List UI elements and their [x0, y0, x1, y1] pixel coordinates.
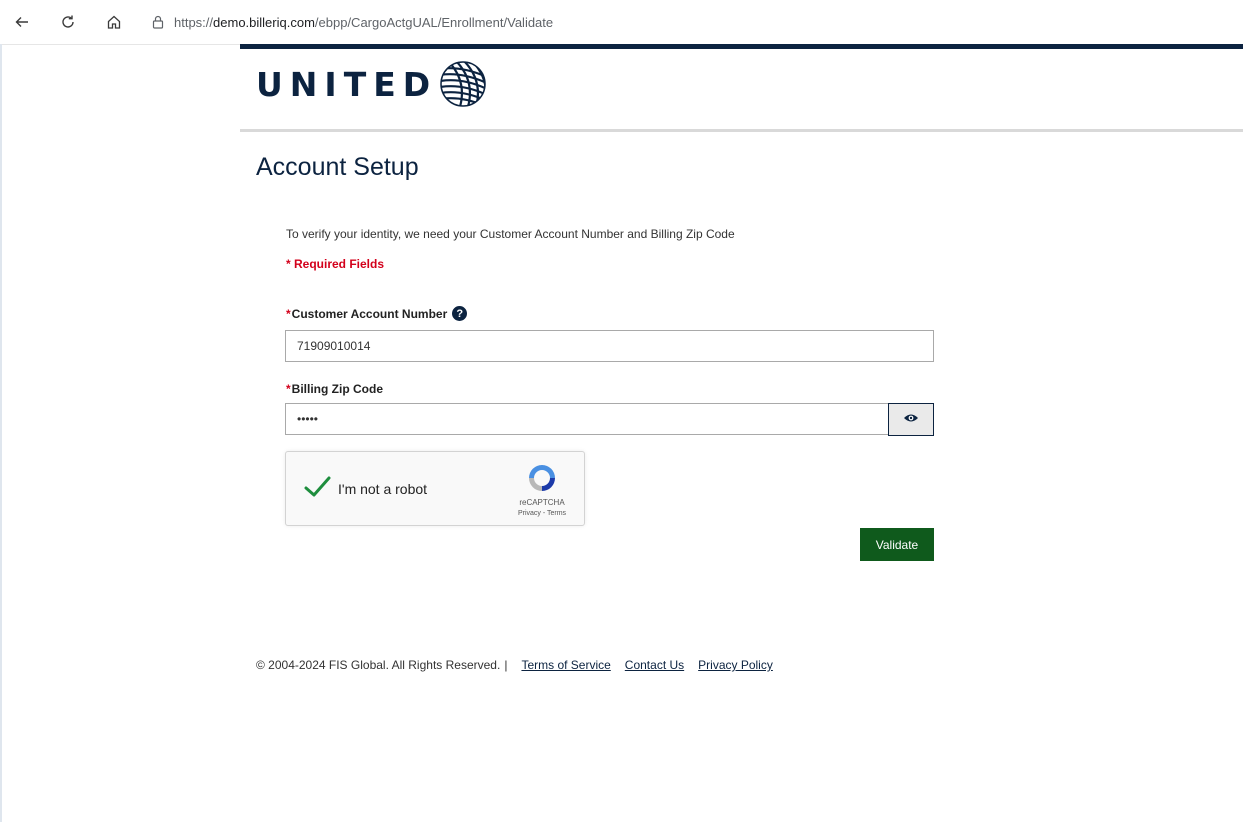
account-number-input[interactable] — [285, 330, 934, 362]
header-accent-bar — [240, 44, 1243, 49]
page-left-border — [0, 44, 2, 822]
recaptcha-label: I'm not a robot — [338, 481, 428, 497]
lock-icon — [152, 15, 164, 29]
url-path: /ebpp/CargoActgUAL/Enrollment/Validate — [314, 14, 554, 30]
header-divider — [240, 129, 1243, 132]
page-title: Account Setup — [256, 153, 419, 181]
terms-of-service-link[interactable]: Terms of Service — [521, 658, 610, 672]
recaptcha-brand: reCAPTCHA — [519, 498, 565, 507]
account-number-label: * Customer Account Number ? — [286, 306, 468, 321]
validate-button[interactable]: Validate — [860, 528, 934, 561]
privacy-policy-link[interactable]: Privacy Policy — [698, 658, 773, 672]
show-password-button[interactable] — [888, 403, 934, 436]
copyright-text: © 2004-2024 FIS Global. All Rights Reser… — [256, 658, 501, 672]
home-icon[interactable] — [104, 12, 124, 32]
url-prefix: https:// — [174, 14, 214, 30]
required-star: * — [286, 382, 291, 396]
eye-icon — [903, 411, 919, 429]
back-icon[interactable] — [12, 12, 32, 32]
recaptcha-widget: I'm not a robot reCAPTCHA Privacy - Term… — [285, 451, 585, 526]
required-fields-note: * Required Fields — [286, 257, 385, 271]
intro-text: To verify your identity, we need your Cu… — [286, 227, 735, 241]
refresh-icon[interactable] — [58, 12, 78, 32]
footer-separator: | — [504, 658, 508, 672]
required-star: * — [286, 306, 291, 321]
browser-toolbar: https://demo.billeriq.com/ebpp/CargoActg… — [0, 0, 1243, 45]
recaptcha-logo-icon — [526, 462, 558, 494]
url-text: https://demo.billeriq.com/ebpp/CargoActg… — [174, 15, 553, 30]
zip-code-label-text: Billing Zip Code — [291, 382, 383, 396]
address-bar[interactable]: https://demo.billeriq.com/ebpp/CargoActg… — [152, 12, 553, 32]
recaptcha-privacy-terms[interactable]: Privacy - Terms — [512, 510, 572, 517]
footer: © 2004-2024 FIS Global. All Rights Reser… — [256, 658, 773, 672]
logo-text: UNITED — [256, 64, 438, 104]
zip-code-input[interactable] — [285, 403, 889, 435]
url-domain: demo.billeriq.com — [213, 14, 315, 30]
question-circle-icon[interactable]: ? — [452, 306, 468, 321]
account-number-label-text: Customer Account Number — [291, 306, 448, 321]
united-logo: UNITED — [256, 60, 491, 108]
zip-code-label: * Billing Zip Code — [286, 382, 383, 396]
recaptcha-checkbox[interactable] — [302, 472, 332, 502]
contact-us-link[interactable]: Contact Us — [625, 658, 684, 672]
globe-icon — [439, 60, 491, 108]
